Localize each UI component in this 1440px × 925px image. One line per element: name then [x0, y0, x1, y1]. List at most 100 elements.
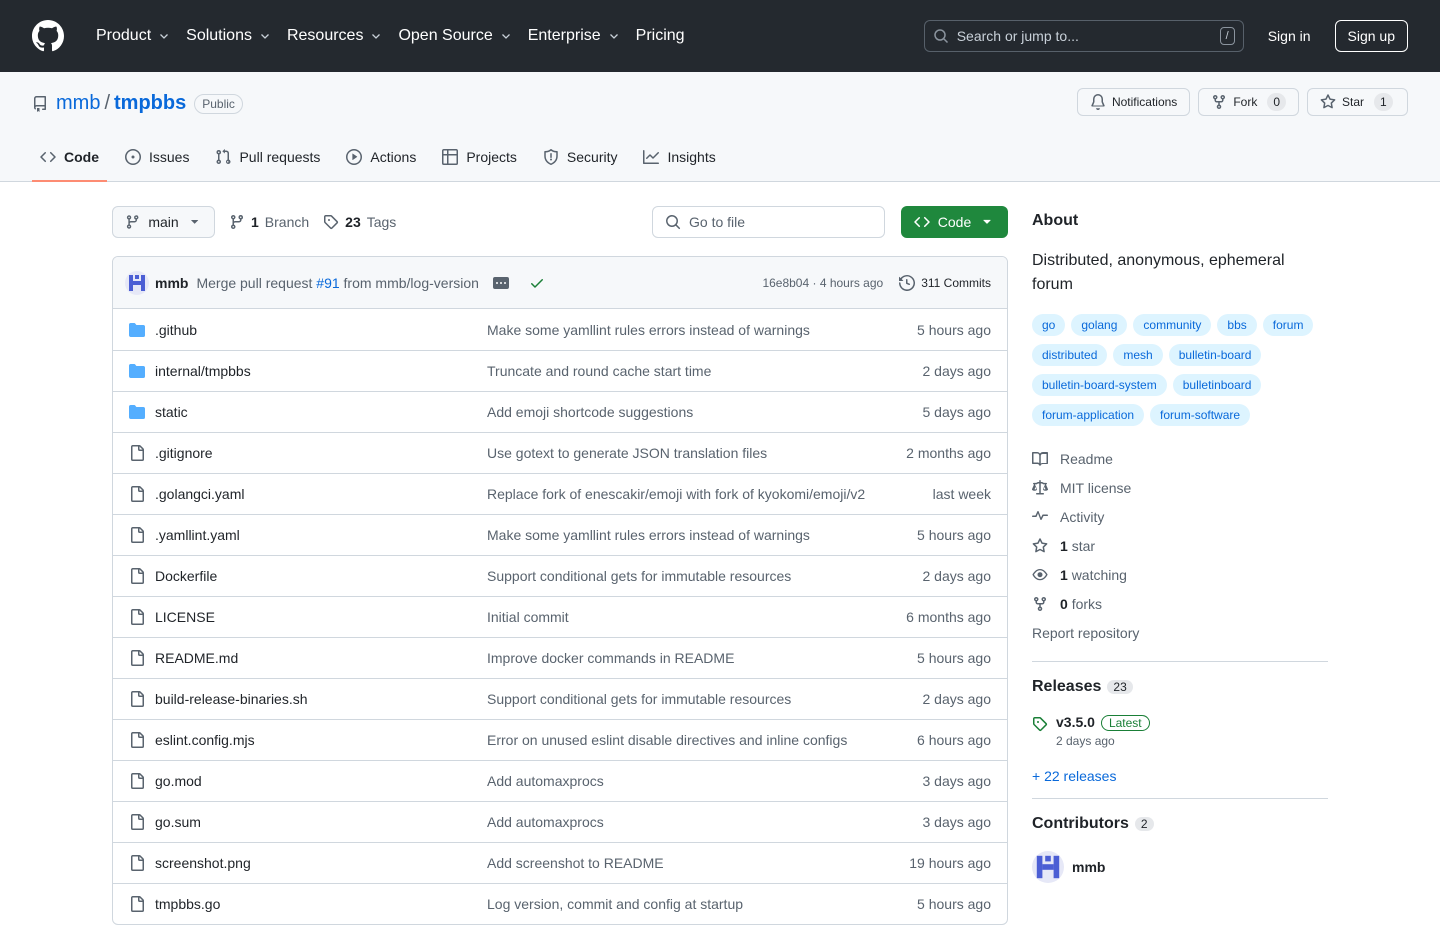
file-name-link[interactable]: eslint.config.mjs	[155, 732, 487, 748]
tab-actions[interactable]: Actions	[338, 133, 424, 181]
tab-issues[interactable]: Issues	[117, 133, 197, 181]
table-row[interactable]: .golangci.yaml Replace fork of enescakir/…	[113, 473, 1007, 514]
pull-request-link[interactable]: #91	[316, 275, 339, 291]
file-commit-message-link[interactable]: Make some yamllint rules errors instead …	[487, 322, 917, 338]
table-row[interactable]: eslint.config.mjs Error on unused eslint …	[113, 719, 1007, 760]
file-commit-message-link[interactable]: Improve docker commands in README	[487, 650, 917, 666]
more-releases-link[interactable]: + 22 releases	[1032, 768, 1328, 784]
repo-owner-link[interactable]: mmb	[56, 92, 100, 115]
check-icon[interactable]	[529, 275, 545, 291]
topic-tag[interactable]: forum-application	[1032, 404, 1145, 426]
table-row[interactable]: .yamllint.yaml Make some yamllint rules e…	[113, 514, 1007, 555]
tab-projects[interactable]: Projects	[434, 133, 525, 181]
table-row[interactable]: internal/tmpbbs Truncate and round cache …	[113, 350, 1007, 391]
contributors-heading[interactable]: Contributors 2	[1032, 815, 1328, 833]
go-to-file-input[interactable]: Go to file	[652, 206, 885, 238]
topic-tag[interactable]: bulletinboard	[1172, 374, 1262, 396]
tab-insights[interactable]: Insights	[635, 133, 723, 181]
file-name-link[interactable]: .gitignore	[155, 445, 487, 461]
file-commit-message-link[interactable]: Truncate and round cache start time	[487, 363, 923, 379]
file-name-link[interactable]: README.md	[155, 650, 487, 666]
avatar[interactable]	[125, 270, 149, 295]
file-name-link[interactable]: .github	[155, 322, 487, 338]
table-row[interactable]: README.md Improve docker commands in READ…	[113, 637, 1007, 678]
table-row[interactable]: static Add emoji shortcode suggestions 5 d…	[113, 391, 1007, 432]
tab-code[interactable]: Code	[32, 133, 107, 182]
nav-resources[interactable]: Resources	[279, 20, 390, 52]
sidebar-link-law[interactable]: MIT license	[1032, 473, 1328, 502]
table-row[interactable]: go.mod Add automaxprocs 3 days ago	[113, 760, 1007, 801]
topic-tag[interactable]: community	[1133, 314, 1212, 336]
sidebar-link-fork[interactable]: 0 forks	[1032, 589, 1328, 618]
file-commit-message-link[interactable]: Add emoji shortcode suggestions	[487, 404, 923, 420]
code-dropdown-button[interactable]: Code	[901, 206, 1008, 238]
file-commit-message-link[interactable]: Replace fork of enescakir/emoji with for…	[487, 486, 933, 502]
file-name-link[interactable]: Dockerfile	[155, 568, 487, 584]
file-name-link[interactable]: .yamllint.yaml	[155, 527, 487, 543]
topic-tag[interactable]: golang	[1071, 314, 1128, 336]
file-name-link[interactable]: tmpbbs.go	[155, 896, 487, 912]
table-row[interactable]: tmpbbs.go Log version, commit and config …	[113, 883, 1007, 924]
sign-in-link[interactable]: Sign in	[1268, 28, 1311, 44]
topic-tag[interactable]: bbs	[1217, 314, 1257, 336]
sidebar-link-pulse[interactable]: Activity	[1032, 502, 1328, 531]
commit-author-link[interactable]: mmb	[155, 275, 188, 291]
repo-name-link[interactable]: tmpbbs	[114, 92, 186, 115]
nav-solutions[interactable]: Solutions	[178, 20, 279, 52]
branch-selector[interactable]: main	[112, 206, 215, 238]
sidebar-link-star[interactable]: 1 star	[1032, 531, 1328, 560]
nav-open-source[interactable]: Open Source	[390, 20, 519, 52]
github-logo-icon[interactable]	[32, 20, 64, 52]
topic-tag[interactable]: forum	[1262, 314, 1314, 336]
topic-tag[interactable]: bulletin-board-system	[1032, 374, 1167, 396]
file-name-link[interactable]: .golangci.yaml	[155, 486, 487, 502]
table-row[interactable]: go.sum Add automaxprocs 3 days ago	[113, 801, 1007, 842]
file-commit-message-link[interactable]: Make some yamllint rules errors instead …	[487, 527, 917, 543]
file-commit-message-link[interactable]: Support conditional gets for immutable r…	[487, 691, 923, 707]
nav-enterprise[interactable]: Enterprise	[520, 20, 628, 52]
tags-link[interactable]: 23 Tags	[323, 214, 396, 230]
file-commit-message-link[interactable]: Support conditional gets for immutable r…	[487, 568, 923, 584]
table-row[interactable]: LICENSE Initial commit 6 months ago	[113, 596, 1007, 637]
topic-tag[interactable]: forum-software	[1150, 404, 1251, 426]
file-commit-message-link[interactable]: Add screenshot to README	[487, 855, 909, 871]
file-commit-message-link[interactable]: Error on unused eslint disable directive…	[487, 732, 917, 748]
star-button[interactable]: Star 1	[1307, 88, 1408, 116]
sidebar-link-eye[interactable]: 1 watching	[1032, 560, 1328, 589]
branches-link[interactable]: 1 Branch	[229, 214, 309, 230]
releases-heading[interactable]: Releases 23	[1032, 678, 1328, 696]
file-name-link[interactable]: go.mod	[155, 773, 487, 789]
file-commit-message-link[interactable]: Use gotext to generate JSON translation …	[487, 445, 906, 461]
file-commit-message-link[interactable]: Log version, commit and config at startu…	[487, 896, 917, 912]
file-commit-message-link[interactable]: Initial commit	[487, 609, 906, 625]
topic-tag[interactable]: go	[1032, 314, 1066, 336]
table-row[interactable]: Dockerfile Support conditional gets for i…	[113, 555, 1007, 596]
file-name-link[interactable]: static	[155, 404, 487, 420]
commit-meta[interactable]: 16e8b04 · 4 hours ago	[762, 276, 883, 290]
report-repository-link[interactable]: Report repository	[1032, 618, 1328, 647]
sidebar-link-book[interactable]: Readme	[1032, 444, 1328, 473]
table-row[interactable]: build-release-binaries.sh Support conditi…	[113, 678, 1007, 719]
file-name-link[interactable]: build-release-binaries.sh	[155, 691, 487, 707]
nav-product[interactable]: Product	[88, 20, 178, 52]
topic-tag[interactable]: distributed	[1032, 344, 1108, 366]
file-commit-message-link[interactable]: Add automaxprocs	[487, 773, 923, 789]
commit-message[interactable]: Merge pull request #91 from mmb/log-vers…	[196, 275, 478, 291]
topic-tag[interactable]: bulletin-board	[1168, 344, 1262, 366]
file-name-link[interactable]: internal/tmpbbs	[155, 363, 487, 379]
sign-up-button[interactable]: Sign up	[1334, 20, 1408, 52]
notifications-button[interactable]: Notifications	[1076, 88, 1191, 116]
contributor-item[interactable]: mmb	[1032, 851, 1328, 883]
table-row[interactable]: .github Make some yamllint rules errors i…	[113, 309, 1007, 350]
table-row[interactable]: screenshot.png Add screenshot to README 19…	[113, 842, 1007, 883]
tab-pull-requests[interactable]: Pull requests	[207, 133, 328, 181]
fork-button[interactable]: Fork 0	[1198, 88, 1299, 116]
table-row[interactable]: .gitignore Use gotext to generate JSON tr…	[113, 432, 1007, 473]
nav-pricing[interactable]: Pricing	[628, 20, 693, 52]
file-name-link[interactable]: go.sum	[155, 814, 487, 830]
expand-commit-button[interactable]	[492, 276, 509, 289]
tab-security[interactable]: Security	[535, 133, 626, 181]
topic-tag[interactable]: mesh	[1113, 344, 1163, 366]
global-search-input[interactable]: Search or jump to... /	[923, 20, 1244, 52]
file-commit-message-link[interactable]: Add automaxprocs	[487, 814, 923, 830]
